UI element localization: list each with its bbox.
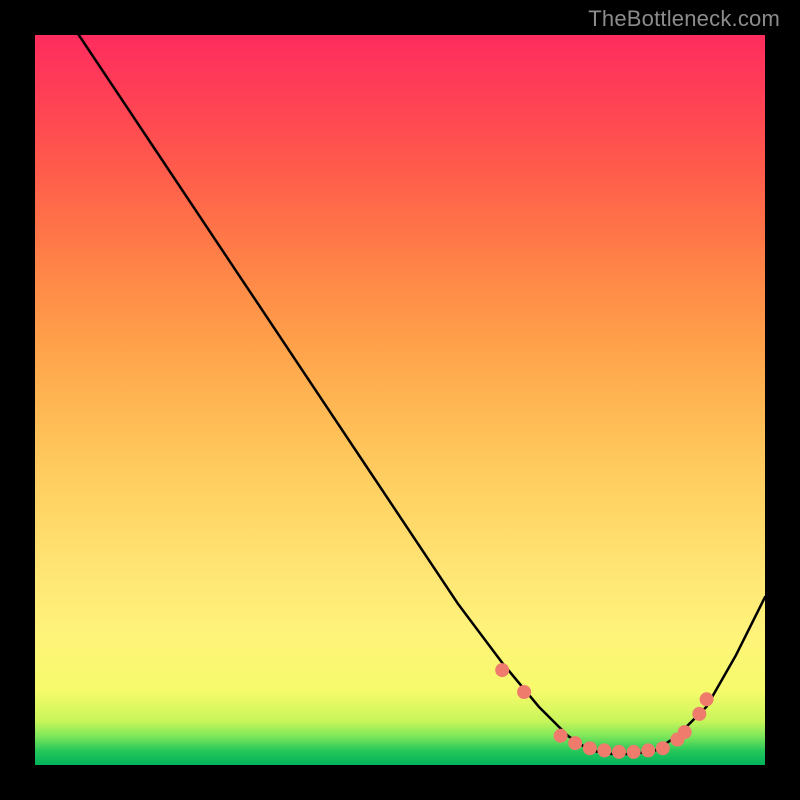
highlight-dot: [517, 685, 531, 699]
highlight-dot: [554, 729, 568, 743]
chart-svg: [35, 35, 765, 765]
highlight-dot: [700, 692, 714, 706]
highlight-dot: [568, 736, 582, 750]
watermark-text: TheBottleneck.com: [588, 6, 780, 32]
highlight-dots: [495, 663, 713, 759]
highlight-dot: [495, 663, 509, 677]
highlight-dot: [678, 725, 692, 739]
highlight-dot: [612, 745, 626, 759]
highlight-dot: [597, 743, 611, 757]
plot-area: [35, 35, 765, 765]
highlight-dot: [692, 707, 706, 721]
highlight-dot: [627, 745, 641, 759]
chart-frame: TheBottleneck.com: [0, 0, 800, 800]
highlight-dot: [583, 741, 597, 755]
highlight-dot: [641, 743, 655, 757]
highlight-dot: [656, 741, 670, 755]
bottleneck-curve: [79, 35, 765, 754]
